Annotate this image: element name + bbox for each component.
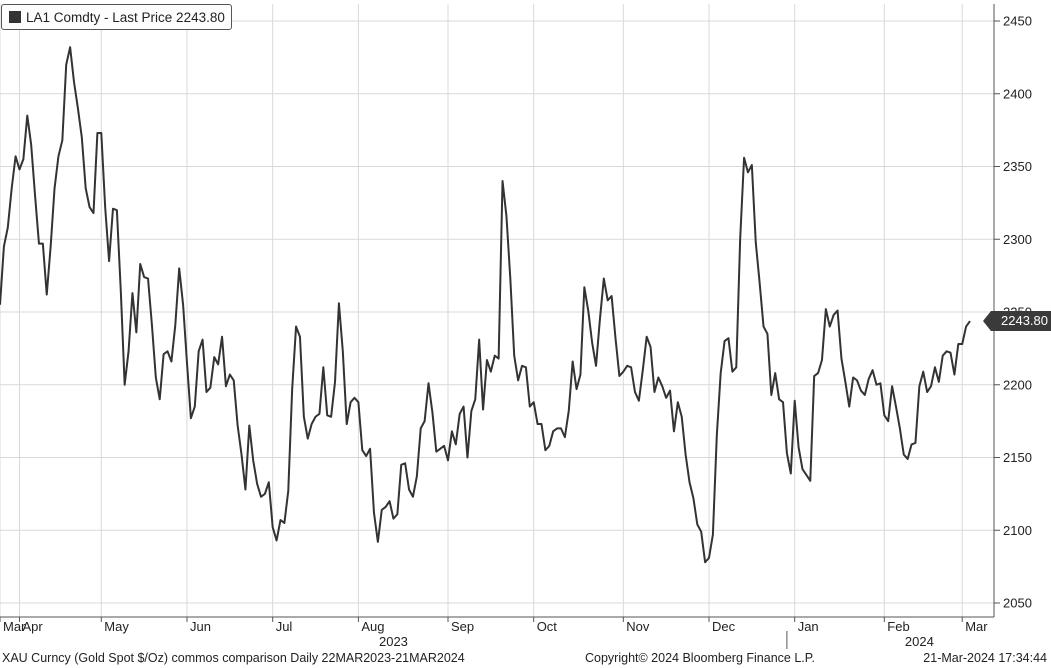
y-tick-label: 2150 — [1003, 450, 1032, 465]
x-tick-label: May — [104, 619, 129, 634]
x-tick-label: Feb — [887, 619, 909, 634]
year-label: 2024 — [905, 634, 934, 649]
x-tick-label: Jul — [276, 619, 293, 634]
footer-timestamp: 21-Mar-2024 17:34:44 — [923, 651, 1047, 665]
legend-swatch — [9, 11, 21, 23]
x-tick-label: Mar — [965, 619, 988, 634]
y-tick-label: 2450 — [1003, 14, 1032, 29]
x-tick-label: Jan — [798, 619, 819, 634]
tick-labels: 205021002150220022502300235024002450MarA… — [3, 14, 1032, 650]
footer: XAU Curncy (Gold Spot $/Oz) commos compa… — [0, 649, 1051, 668]
x-tick-label: Nov — [626, 619, 650, 634]
x-tick-label: Aug — [361, 619, 384, 634]
y-tick-label: 2400 — [1003, 86, 1032, 101]
x-tick-label: Apr — [22, 619, 43, 634]
grid-lines — [0, 4, 994, 617]
y-tick-label: 2350 — [1003, 159, 1032, 174]
x-tick-label: Dec — [712, 619, 736, 634]
last-price-tag: 2243.80 — [983, 311, 1051, 331]
footer-security-info: XAU Curncy (Gold Spot $/Oz) commos compa… — [2, 651, 465, 665]
y-tick-label: 2050 — [1003, 596, 1032, 611]
x-tick-label: Sep — [451, 619, 474, 634]
series-layer — [0, 46, 971, 564]
y-tick-label: 2200 — [1003, 377, 1032, 392]
chart: 205021002150220022502300235024002450MarA… — [0, 4, 1032, 650]
footer-copyright: Copyright© 2024 Bloomberg Finance L.P. — [585, 651, 815, 665]
x-tick-label: Jun — [190, 619, 211, 634]
legend-label: LA1 Comdty - Last Price 2243.80 — [26, 9, 225, 25]
year-label: 2023 — [379, 634, 408, 649]
y-tick-label: 2300 — [1003, 232, 1032, 247]
x-tick-label: Oct — [537, 619, 558, 634]
price-series-line — [0, 46, 971, 564]
legend[interactable]: LA1 Comdty - Last Price 2243.80 — [1, 4, 232, 30]
y-tick-label: 2100 — [1003, 523, 1032, 538]
